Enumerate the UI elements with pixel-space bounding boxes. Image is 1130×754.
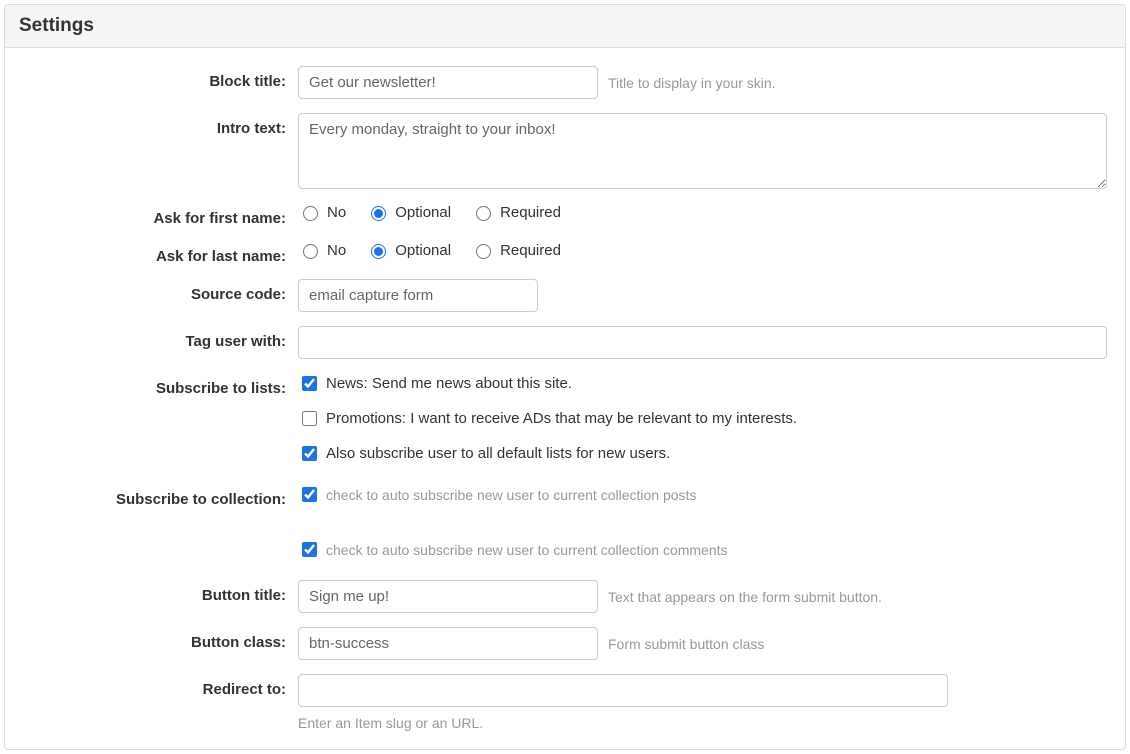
list-news[interactable]: News: Send me news about this site. — [298, 373, 572, 394]
first-name-required-radio[interactable] — [476, 206, 491, 221]
label-button-title: Button title: — [23, 580, 298, 604]
label-block-title: Block title: — [23, 66, 298, 90]
panel-body: Block title: Title to display in your sk… — [5, 48, 1125, 749]
list-news-checkbox[interactable] — [302, 376, 317, 391]
list-defaults-checkbox[interactable] — [302, 446, 317, 461]
settings-panel: Settings Block title: Title to display i… — [4, 4, 1126, 750]
label-ask-first-name: Ask for first name: — [23, 203, 298, 227]
list-news-label: News: Send me news about this site. — [326, 375, 572, 392]
last-name-required[interactable]: Required — [471, 241, 561, 259]
list-promotions[interactable]: Promotions: I want to receive ADs that m… — [298, 408, 797, 429]
label-intro-text: Intro text: — [23, 113, 298, 137]
row-tag-user-with: Tag user with: — [23, 326, 1107, 359]
tag-user-with-input[interactable] — [298, 326, 1107, 359]
label-redirect-to: Redirect to: — [23, 674, 298, 698]
label-subscribe-to-lists: Subscribe to lists: — [23, 373, 298, 397]
collection-posts[interactable]: check to auto subscribe new user to curr… — [298, 484, 696, 505]
row-ask-first-name: Ask for first name: No Optional Required — [23, 203, 1107, 227]
first-name-no[interactable]: No — [298, 203, 346, 221]
last-name-no-radio[interactable] — [303, 244, 318, 259]
last-name-no[interactable]: No — [298, 241, 346, 259]
list-promotions-checkbox[interactable] — [302, 411, 317, 426]
row-intro-text: Intro text: — [23, 113, 1107, 189]
last-name-required-radio[interactable] — [476, 244, 491, 259]
label-subscribe-to-collection: Subscribe to collection: — [23, 484, 298, 508]
label-tag-user-with: Tag user with: — [23, 326, 298, 350]
radio-label-optional: Optional — [395, 204, 451, 221]
hint-button-class: Form submit button class — [608, 636, 764, 652]
intro-text-input[interactable] — [298, 113, 1107, 189]
source-code-input[interactable] — [298, 279, 538, 312]
list-defaults-label: Also subscribe user to all default lists… — [326, 445, 670, 462]
row-block-title: Block title: Title to display in your sk… — [23, 66, 1107, 99]
redirect-to-input[interactable] — [298, 674, 948, 707]
label-source-code: Source code: — [23, 279, 298, 303]
row-button-class: Button class: Form submit button class — [23, 627, 1107, 660]
collection-comments-checkbox[interactable] — [302, 542, 317, 557]
row-subscribe-to-lists: Subscribe to lists: News: Send me news a… — [23, 373, 1107, 470]
panel-header: Settings — [5, 5, 1125, 48]
first-name-required[interactable]: Required — [471, 203, 561, 221]
panel-title: Settings — [19, 15, 1111, 37]
button-class-input[interactable] — [298, 627, 598, 660]
first-name-optional-radio[interactable] — [371, 206, 386, 221]
hint-button-title: Text that appears on the form submit but… — [608, 589, 882, 605]
list-promotions-label: Promotions: I want to receive ADs that m… — [326, 410, 797, 427]
first-name-no-radio[interactable] — [303, 206, 318, 221]
button-title-input[interactable] — [298, 580, 598, 613]
collection-comments-label: check to auto subscribe new user to curr… — [326, 542, 728, 558]
row-button-title: Button title: Text that appears on the f… — [23, 580, 1107, 613]
row-source-code: Source code: — [23, 279, 1107, 312]
radio-label-no-2: No — [327, 242, 346, 259]
collection-posts-label: check to auto subscribe new user to curr… — [326, 487, 696, 503]
last-name-optional[interactable]: Optional — [366, 241, 451, 259]
hint-block-title: Title to display in your skin. — [608, 75, 776, 91]
row-redirect-to: Redirect to: Enter an Item slug or an UR… — [23, 674, 1107, 731]
hint-redirect-to: Enter an Item slug or an URL. — [298, 715, 483, 731]
label-ask-last-name: Ask for last name: — [23, 241, 298, 265]
first-name-optional[interactable]: Optional — [366, 203, 451, 221]
radio-label-required: Required — [500, 204, 561, 221]
row-ask-last-name: Ask for last name: No Optional Required — [23, 241, 1107, 265]
block-title-input[interactable] — [298, 66, 598, 99]
label-button-class: Button class: — [23, 627, 298, 651]
list-defaults[interactable]: Also subscribe user to all default lists… — [298, 443, 670, 464]
radio-label-required-2: Required — [500, 242, 561, 259]
radio-label-optional-2: Optional — [395, 242, 451, 259]
row-subscribe-to-collection: Subscribe to collection: check to auto s… — [23, 484, 1107, 566]
last-name-optional-radio[interactable] — [371, 244, 386, 259]
collection-posts-checkbox[interactable] — [302, 487, 317, 502]
collection-comments[interactable]: check to auto subscribe new user to curr… — [298, 539, 728, 560]
radio-label-no: No — [327, 204, 346, 221]
